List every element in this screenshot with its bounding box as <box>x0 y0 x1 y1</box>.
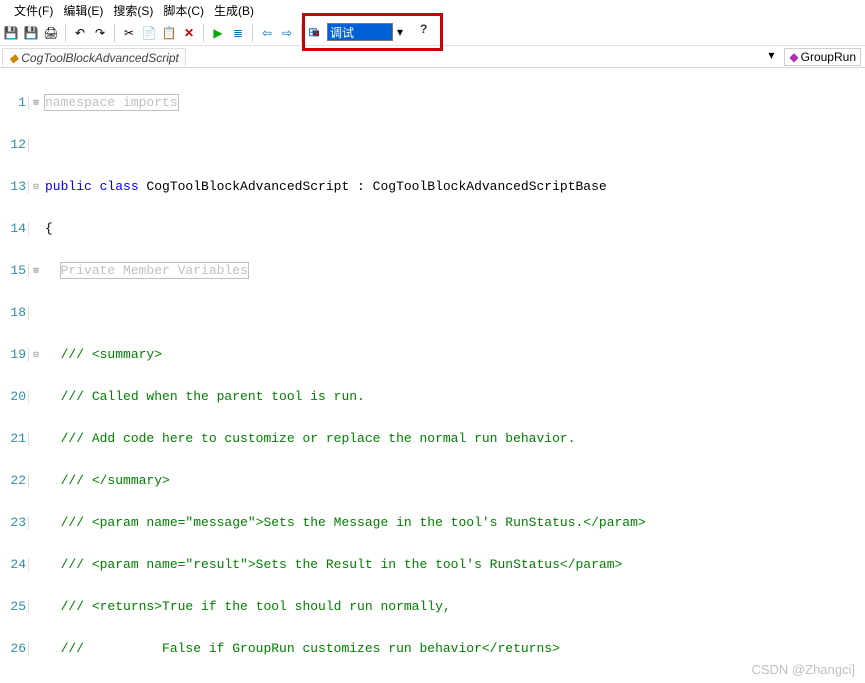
config-icon: ⊞ <box>305 24 321 40</box>
menu-build[interactable]: 生成(B) <box>214 2 254 19</box>
method-icon: ◆ <box>789 50 798 64</box>
menu-file[interactable]: 文件(F) <box>14 2 53 19</box>
redo-icon[interactable]: ↷ <box>92 25 108 41</box>
menu-search[interactable]: 搜索(S) <box>113 2 153 19</box>
menu-script[interactable]: 脚本(C) <box>163 2 204 19</box>
file-combo-arrow-icon[interactable]: ▾ <box>754 48 780 66</box>
code-editor[interactable]: 1⊞namespace imports 12 13⊟public class C… <box>0 68 865 683</box>
run-icon[interactable]: ▶ <box>210 25 226 41</box>
copy-icon[interactable]: 📄 <box>141 25 157 41</box>
undo-icon[interactable]: ↶ <box>72 25 88 41</box>
cut-icon[interactable]: ✂ <box>121 25 137 41</box>
menu-edit[interactable]: 编辑(E) <box>63 2 103 19</box>
combo-arrow-icon[interactable]: ▾ <box>393 24 407 40</box>
delete-icon[interactable]: ✕ <box>181 25 197 41</box>
fwd-icon[interactable]: ⇨ <box>279 25 295 41</box>
class-icon: ◆ <box>9 51 18 65</box>
saveall-icon[interactable]: 💾 <box>23 25 39 41</box>
save-icon[interactable]: 💾 <box>3 25 19 41</box>
list-icon[interactable]: ≣ <box>230 25 246 41</box>
paste-icon[interactable]: 📋 <box>161 25 177 41</box>
file-combo[interactable]: ◆ CogToolBlockAdvancedScript <box>2 48 186 66</box>
watermark: CSDN @Zhangci] <box>751 662 855 677</box>
build-config-highlight: ⊞ 调试 ▾ <box>302 13 443 51</box>
back-icon[interactable]: ⇦ <box>259 25 275 41</box>
print-icon[interactable]: 🖨 <box>43 25 59 41</box>
member-combo[interactable]: ◆ GroupRun <box>784 48 861 66</box>
build-config-combo[interactable]: 调试 <box>327 23 393 41</box>
